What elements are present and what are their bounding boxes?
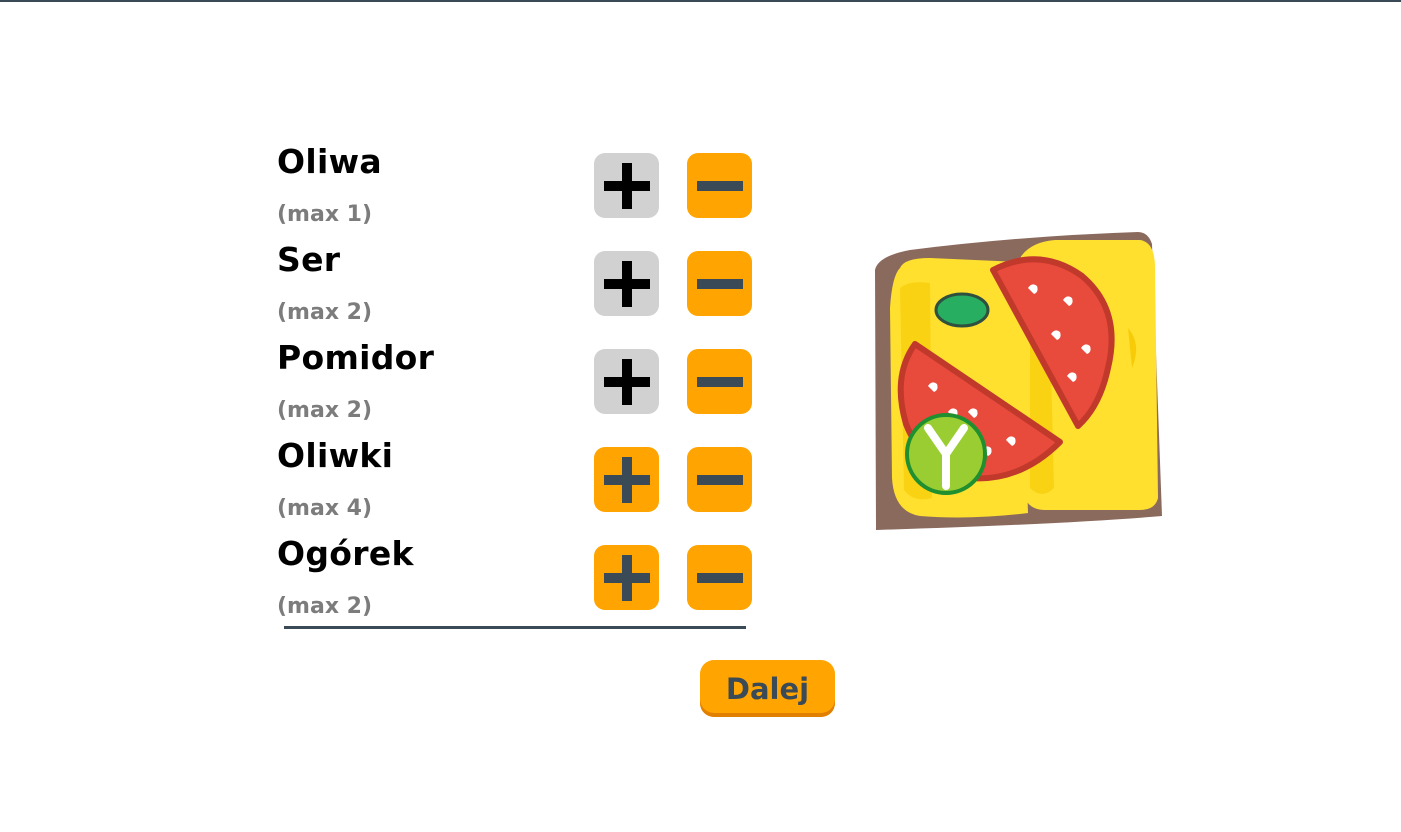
add-ogorek-button[interactable] xyxy=(594,545,659,610)
list-divider xyxy=(284,626,746,629)
remove-ser-button[interactable] xyxy=(687,251,752,316)
ingredient-max-label: (max 4) xyxy=(277,496,373,521)
ingredient-max-label: (max 2) xyxy=(277,594,373,619)
plus-icon xyxy=(603,456,650,503)
remove-pomidor-button[interactable] xyxy=(687,349,752,414)
next-button[interactable]: Dalej xyxy=(700,660,835,717)
ingredient-name: Pomidor xyxy=(277,338,435,377)
add-ser-button[interactable] xyxy=(594,251,659,316)
ingredient-max-label: (max 2) xyxy=(277,300,373,325)
minus-icon xyxy=(696,163,743,209)
top-border xyxy=(0,0,1401,2)
ingredient-row-oliwa: Oliwa (max 1) xyxy=(277,142,757,240)
add-oliwa-button[interactable] xyxy=(594,153,659,218)
add-pomidor-button[interactable] xyxy=(594,349,659,414)
remove-ogorek-button[interactable] xyxy=(687,545,752,610)
remove-oliwki-button[interactable] xyxy=(687,447,752,512)
minus-icon xyxy=(696,555,743,601)
ingredient-max-label: (max 1) xyxy=(277,202,373,227)
olive xyxy=(934,292,990,328)
ingredient-row-ogorek: Ogórek (max 2) xyxy=(277,534,757,632)
ingredient-row-pomidor: Pomidor (max 2) xyxy=(277,338,757,436)
minus-icon xyxy=(696,359,743,405)
ingredient-row-ser: Ser (max 2) xyxy=(277,240,757,338)
remove-oliwa-button[interactable] xyxy=(687,153,752,218)
add-oliwki-button[interactable] xyxy=(594,447,659,512)
plus-icon xyxy=(603,260,650,307)
ingredient-name: Oliwki xyxy=(277,436,394,475)
sandwich-illustration xyxy=(875,232,1162,530)
ingredient-name: Ogórek xyxy=(277,534,414,573)
minus-icon xyxy=(696,457,743,503)
ingredient-row-oliwki: Oliwki (max 4) xyxy=(277,436,757,534)
ingredient-list: Oliwa (max 1) Ser (max 2) Pomidor (max 2… xyxy=(277,142,757,632)
plus-icon xyxy=(603,554,650,601)
plus-icon xyxy=(603,162,650,209)
minus-icon xyxy=(696,261,743,307)
ingredient-max-label: (max 2) xyxy=(277,398,373,423)
ingredient-name: Ser xyxy=(277,240,341,279)
plus-icon xyxy=(603,358,650,405)
ingredient-name: Oliwa xyxy=(277,142,382,181)
